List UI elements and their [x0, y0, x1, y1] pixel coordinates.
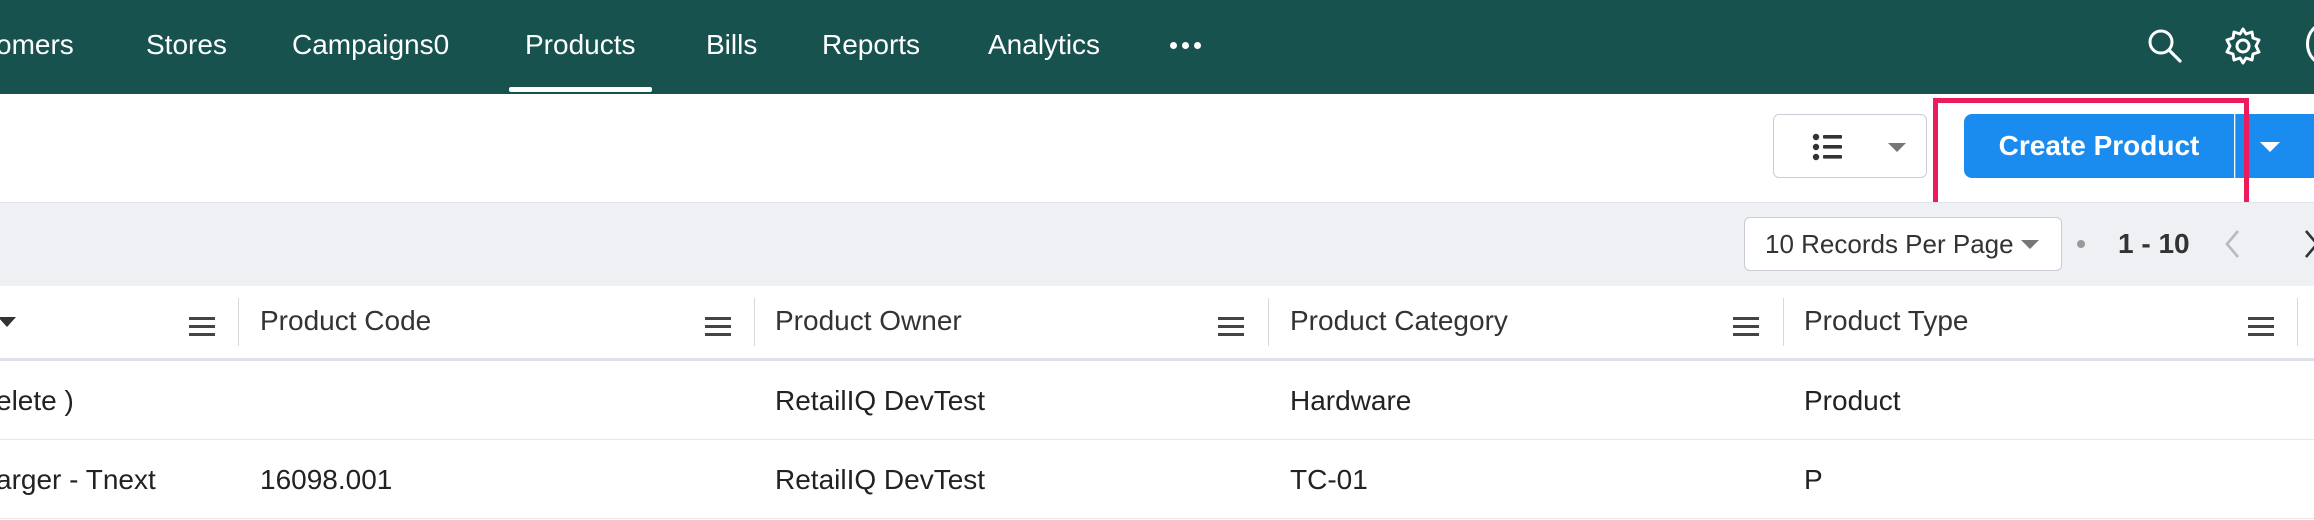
- cell-product-name[interactable]: elete ): [0, 361, 74, 439]
- cell-product-owner: RetailIQ DevTest: [775, 385, 986, 416]
- records-per-page-select[interactable]: 10 Records Per Page: [1744, 217, 2062, 271]
- cell-product-category: Hardware: [1290, 385, 1412, 416]
- column-menu-icon[interactable]: [189, 316, 215, 343]
- nav-item-campaigns[interactable]: Campaigns0: [292, 0, 449, 94]
- cell-product-owner: RetailIQ DevTest: [775, 464, 986, 495]
- column-divider[interactable]: [2297, 298, 2298, 346]
- more-dots-icon[interactable]: [1168, 30, 1204, 60]
- nav-item-analytics[interactable]: Analytics: [988, 0, 1100, 94]
- chevron-down-icon: [2021, 240, 2039, 249]
- gear-icon[interactable]: [2223, 26, 2263, 71]
- column-header-product-code[interactable]: Product Code: [260, 286, 431, 358]
- create-product-options-button[interactable]: [2235, 114, 2314, 178]
- create-product-button[interactable]: Create Product: [1964, 114, 2234, 178]
- column-menu-icon[interactable]: [1733, 316, 1759, 343]
- nav-item-reports[interactable]: Reports: [822, 0, 920, 94]
- view-switcher-dropdown[interactable]: [1773, 114, 1927, 178]
- separator-dot: [2077, 240, 2085, 248]
- column-menu-icon[interactable]: [2248, 316, 2274, 343]
- records-per-page-label: 10 Records Per Page: [1765, 229, 2014, 259]
- toolbar: Create Product: [0, 94, 2314, 202]
- top-navigation-bar: omers Stores Campaigns0 Products Bills R…: [0, 0, 2314, 94]
- avatar[interactable]: [2306, 20, 2314, 68]
- table-row[interactable]: arger - Tnext 16098.001 RetailIQ DevTest…: [0, 440, 2314, 519]
- column-header-product-owner[interactable]: Product Owner: [775, 286, 962, 358]
- column-header-product-type[interactable]: Product Type: [1804, 286, 1968, 358]
- table-row[interactable]: elete ) RetailIQ DevTest Hardware Produc…: [0, 361, 2314, 440]
- search-icon[interactable]: [2146, 27, 2184, 70]
- cell-product-type: Product: [1804, 385, 1901, 416]
- column-divider[interactable]: [1268, 298, 1269, 346]
- list-view-icon: [1812, 133, 1842, 166]
- table-header: Product Code Product Owner Product Categ…: [0, 286, 2314, 361]
- pagination-bar: 10 Records Per Page 1 - 10: [0, 202, 2314, 287]
- column-divider[interactable]: [754, 298, 755, 346]
- cell-product-code: 16098.001: [260, 464, 393, 495]
- cell-product-name[interactable]: arger - Tnext: [0, 440, 156, 518]
- chevron-down-icon: [1888, 143, 1906, 152]
- cell-product-type: P: [1804, 464, 1823, 495]
- chevron-down-icon: [2260, 142, 2280, 152]
- nav-item-bills[interactable]: Bills: [706, 0, 757, 94]
- column-header-product-category[interactable]: Product Category: [1290, 286, 1508, 358]
- next-page-icon[interactable]: [2300, 227, 2314, 266]
- column-divider[interactable]: [238, 298, 239, 346]
- nav-item-products[interactable]: Products: [509, 0, 651, 94]
- sort-caret-icon[interactable]: [0, 317, 16, 327]
- page-range: 1 - 10: [2118, 228, 2190, 259]
- column-menu-icon[interactable]: [1218, 316, 1244, 343]
- nav-item-stores[interactable]: Stores: [146, 0, 227, 94]
- previous-page-icon[interactable]: [2222, 227, 2244, 266]
- cell-product-category: TC-01: [1290, 464, 1368, 495]
- nav-item-customers[interactable]: omers: [0, 0, 74, 94]
- column-menu-icon[interactable]: [705, 316, 731, 343]
- column-divider[interactable]: [1783, 298, 1784, 346]
